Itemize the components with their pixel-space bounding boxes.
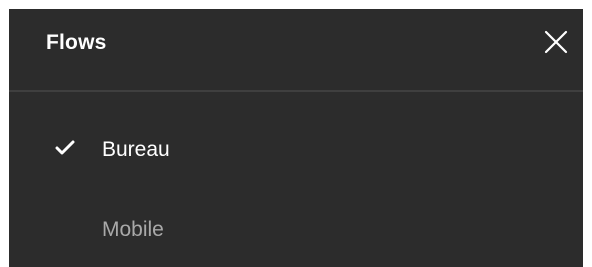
close-button[interactable] bbox=[544, 30, 568, 54]
flow-item-label: Mobile bbox=[102, 218, 164, 241]
flow-list: Bureau Mobile bbox=[9, 109, 583, 267]
flow-item-label: Bureau bbox=[102, 138, 170, 161]
flows-panel: Flows Bureau Mobile bbox=[9, 9, 583, 267]
flow-item-bureau[interactable]: Bureau bbox=[9, 109, 583, 187]
panel-title: Flows bbox=[46, 31, 107, 54]
panel-header: Flows bbox=[9, 9, 583, 92]
checkmark-icon bbox=[55, 139, 75, 157]
flow-item-mobile[interactable]: Mobile bbox=[9, 189, 583, 267]
close-icon bbox=[544, 30, 568, 54]
